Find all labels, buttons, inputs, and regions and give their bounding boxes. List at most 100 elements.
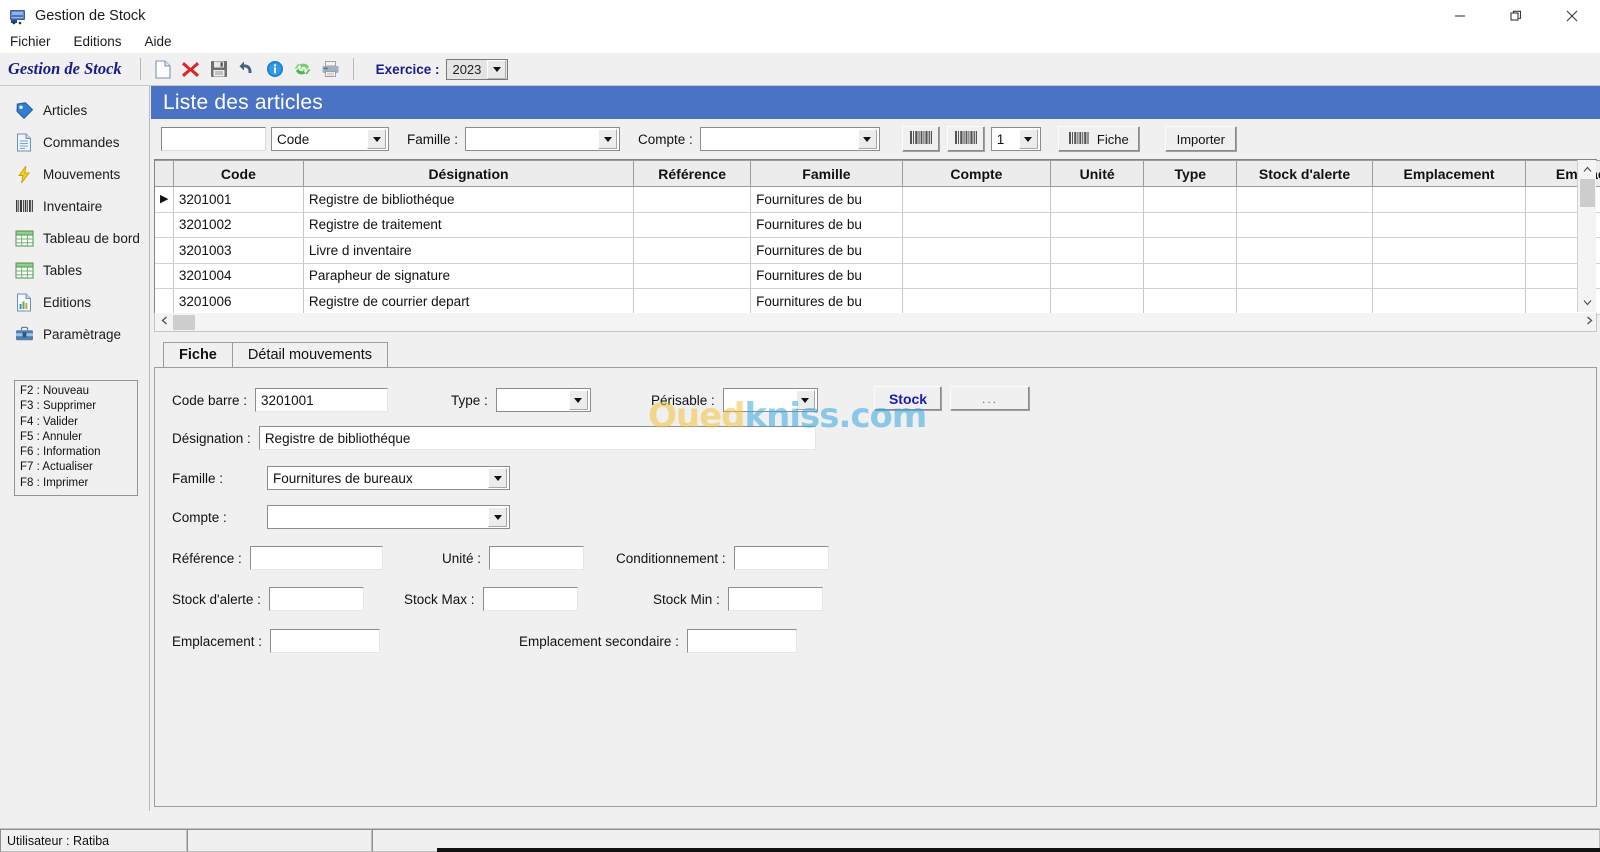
conditionnement-input[interactable]	[733, 546, 829, 570]
row-selector-cell[interactable]	[155, 288, 174, 315]
table-cell-stock-d-alerte[interactable]	[1236, 263, 1373, 289]
famille-filter-select[interactable]	[465, 127, 621, 151]
search-input-field[interactable]	[162, 128, 265, 150]
more-options-button[interactable]: ...	[950, 386, 1030, 411]
column-header-stock-alerte[interactable]: Stock d'alerte	[1236, 160, 1373, 187]
row-selector-cell[interactable]	[155, 237, 174, 264]
perisable-select[interactable]	[722, 388, 818, 412]
designation-input[interactable]: Registre de bibliothéque	[258, 426, 816, 450]
table-cell-r-f-rence[interactable]	[633, 212, 752, 238]
sidebar-item-editions[interactable]: Editions	[0, 286, 149, 318]
grid-horizontal-scrollbar[interactable]	[154, 313, 1597, 332]
table-cell-famille[interactable]: Fournitures de bu	[750, 186, 903, 213]
table-cell-code[interactable]: 3201006	[173, 288, 304, 315]
row-selector-cell[interactable]	[155, 212, 174, 238]
refresh-icon[interactable]	[289, 56, 317, 82]
close-icon[interactable]	[1544, 0, 1600, 31]
table-cell-d-signation[interactable]: Parapheur de signature	[303, 263, 635, 289]
table-cell-stock-d-alerte[interactable]	[1236, 212, 1373, 238]
grid-vertical-scrollbar[interactable]	[1577, 160, 1596, 312]
table-cell-type[interactable]	[1143, 288, 1238, 315]
menu-item-fichier[interactable]: Fichier	[9, 33, 62, 51]
table-cell-unit[interactable]	[1050, 212, 1145, 238]
table-cell-d-signation[interactable]: Registre de bibliothéque	[303, 186, 635, 213]
sidebar-item-mouvements[interactable]: Mouvements	[0, 158, 149, 190]
scroll-up-icon[interactable]	[1578, 160, 1597, 179]
horizontal-scroll-thumb[interactable]	[173, 314, 195, 330]
table-cell-type[interactable]	[1143, 212, 1238, 238]
sidebar-item-inventaire[interactable]: Inventaire	[0, 190, 149, 222]
type-select[interactable]	[495, 388, 591, 412]
table-cell-compte[interactable]	[902, 212, 1052, 238]
column-header-designation[interactable]: Désignation	[303, 160, 635, 187]
compte-select[interactable]	[267, 505, 510, 529]
table-cell-emplacement[interactable]	[1372, 212, 1527, 238]
table-cell-famille[interactable]: Fournitures de bu	[750, 237, 903, 264]
table-cell-emplacement[interactable]	[1372, 288, 1527, 315]
table-cell-stock-d-alerte[interactable]	[1236, 186, 1373, 213]
table-cell-famille[interactable]: Fournitures de bu	[750, 212, 903, 238]
table-cell-compte[interactable]	[902, 263, 1052, 289]
copies-count-select[interactable]: 1	[990, 127, 1041, 151]
table-cell-type[interactable]	[1143, 186, 1238, 213]
search-input[interactable]	[161, 127, 266, 151]
tab-detail-mouvements[interactable]: Détail mouvements	[231, 342, 388, 367]
table-cell-emplacement[interactable]	[1372, 263, 1527, 289]
new-document-icon[interactable]	[149, 56, 177, 82]
table-cell-compte[interactable]	[902, 186, 1052, 213]
code-barre-input[interactable]: 3201001	[255, 388, 389, 412]
chevron-down-icon[interactable]	[857, 129, 877, 149]
stock-max-input[interactable]	[482, 587, 578, 611]
table-cell-r-f-rence[interactable]	[633, 263, 752, 289]
table-row[interactable]: 3201003 Livre d inventaire Fournitures de …	[155, 237, 1600, 264]
table-cell-code[interactable]: 3201002	[173, 212, 304, 238]
barcode-print-button-2[interactable]	[946, 126, 985, 152]
restore-icon[interactable]	[1488, 0, 1544, 31]
table-cell-famille[interactable]: Fournitures de bu	[750, 288, 903, 315]
column-header-reference[interactable]: Référence	[633, 160, 752, 187]
table-row[interactable]: ▶ 3201001 Registre de bibliothéque Fournitu…	[155, 186, 1600, 213]
famille-select[interactable]: Fournitures de bureaux	[267, 466, 510, 490]
importer-button[interactable]: Importer	[1164, 126, 1237, 152]
table-cell-emplacement[interactable]	[1372, 186, 1527, 213]
chevron-down-icon[interactable]	[1018, 129, 1038, 149]
fiche-barcode-button[interactable]: Fiche	[1057, 126, 1140, 152]
stock-button[interactable]: Stock	[874, 386, 942, 411]
sidebar-item-tableau-de-bord[interactable]: Tableau de bord	[0, 222, 149, 254]
row-selector-cell[interactable]: ▶	[155, 186, 174, 213]
print-icon[interactable]	[317, 56, 345, 82]
table-cell-type[interactable]	[1143, 263, 1238, 289]
row-selector-cell[interactable]	[155, 263, 174, 289]
chevron-down-icon[interactable]	[598, 129, 618, 149]
table-row[interactable]: 3201006 Registre de courrier depart Fourni…	[155, 288, 1600, 315]
delete-icon[interactable]	[177, 56, 205, 82]
stock-alerte-input[interactable]	[268, 587, 364, 611]
tab-fiche[interactable]: Fiche	[163, 342, 233, 367]
column-header-emplacement[interactable]: Emplacement	[1372, 160, 1527, 187]
column-header-compte[interactable]: Compte	[902, 160, 1052, 187]
menu-item-aide[interactable]: Aide	[144, 33, 183, 51]
table-cell-d-signation[interactable]: Registre de courrier depart	[303, 288, 635, 315]
chevron-down-icon[interactable]	[795, 390, 815, 410]
table-cell-d-signation[interactable]: Livre d inventaire	[303, 237, 635, 264]
table-cell-compte[interactable]	[902, 288, 1052, 315]
column-header-code[interactable]: Code	[173, 160, 304, 187]
table-cell-r-f-rence[interactable]	[633, 288, 752, 315]
column-header-unite[interactable]: Unité	[1050, 160, 1145, 187]
table-cell-stock-d-alerte[interactable]	[1236, 288, 1373, 315]
table-cell-emplacement[interactable]	[1372, 237, 1527, 264]
table-cell-unit[interactable]	[1050, 186, 1145, 213]
compte-filter-select[interactable]	[699, 127, 880, 151]
menu-item-editions[interactable]: Editions	[73, 33, 133, 51]
scroll-left-icon[interactable]	[155, 316, 173, 328]
table-cell-d-signation[interactable]: Registre de traitement	[303, 212, 635, 238]
table-cell-r-f-rence[interactable]	[633, 237, 752, 264]
emplacement-input[interactable]	[270, 629, 381, 653]
emplacement-secondaire-input[interactable]	[686, 629, 797, 653]
save-icon[interactable]	[205, 56, 233, 82]
table-cell-type[interactable]	[1143, 237, 1238, 264]
chevron-down-icon[interactable]	[367, 129, 386, 149]
chevron-down-icon[interactable]	[488, 468, 507, 488]
table-cell-compte[interactable]	[902, 237, 1052, 264]
chevron-down-icon[interactable]	[568, 390, 588, 410]
